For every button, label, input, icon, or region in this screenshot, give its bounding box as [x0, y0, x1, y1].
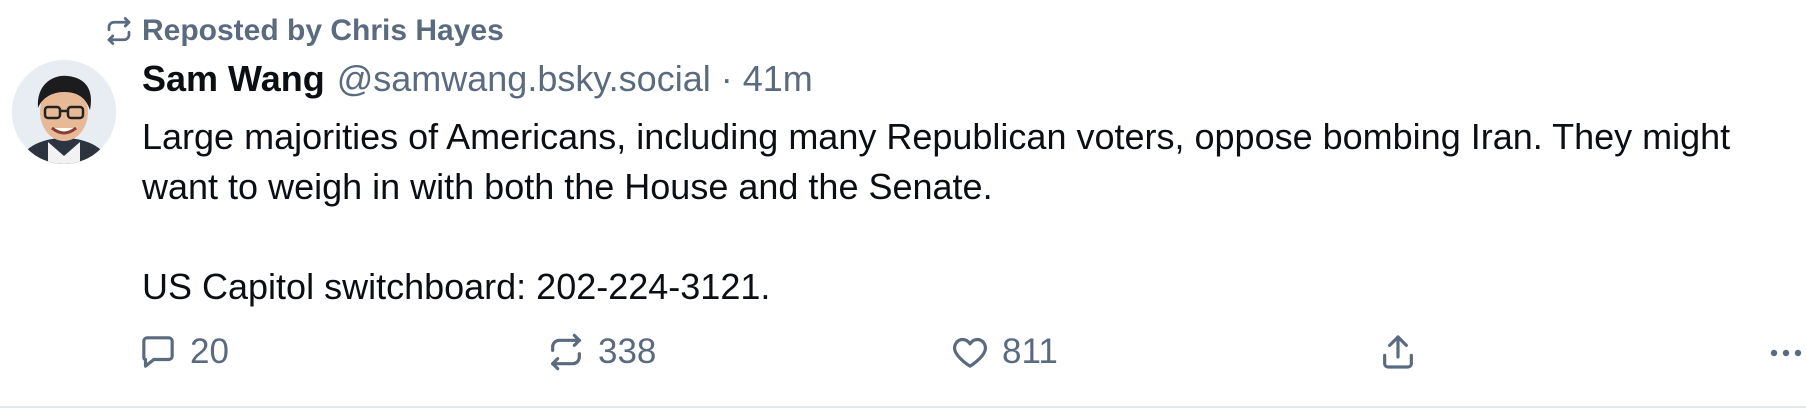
reposted-by[interactable]: Reposted by Chris Hayes: [104, 10, 504, 52]
post-header: Sam Wang @samwang.bsky.social · 41m: [142, 58, 813, 106]
share-button[interactable]: [1378, 324, 1430, 380]
reply-bubble-icon: [138, 332, 178, 372]
header-separator: ·: [720, 58, 733, 99]
share-icon: [1378, 332, 1418, 372]
more-dots-icon: [1766, 332, 1806, 372]
feed-post[interactable]: Reposted by Chris Hayes Sam Wang @samwan…: [0, 0, 1806, 408]
author-handle[interactable]: @samwang.bsky.social: [337, 58, 711, 100]
post-timestamp[interactable]: 41m: [743, 58, 813, 100]
post-paragraph: Large majorities of Americans, including…: [142, 116, 1731, 207]
reposted-by-label: Reposted by Chris Hayes: [142, 14, 504, 47]
repost-icon: [104, 16, 134, 46]
like-count: 811: [1002, 332, 1058, 371]
more-options-button[interactable]: [1766, 324, 1806, 380]
reply-button[interactable]: 20: [138, 324, 229, 380]
post-text: Large majorities of Americans, including…: [142, 112, 1782, 312]
repost-count: 338: [598, 332, 657, 371]
repost-button[interactable]: 338: [546, 324, 656, 380]
avatar[interactable]: [12, 60, 116, 164]
post-actions: 20 338 811: [138, 324, 1806, 380]
post-paragraph: US Capitol switchboard: 202-224-3121.: [142, 266, 771, 307]
reply-count: 20: [190, 332, 229, 371]
heart-icon: [950, 332, 990, 372]
repost-icon: [546, 332, 586, 372]
author-name[interactable]: Sam Wang: [142, 58, 325, 100]
like-button[interactable]: 811: [950, 324, 1058, 380]
